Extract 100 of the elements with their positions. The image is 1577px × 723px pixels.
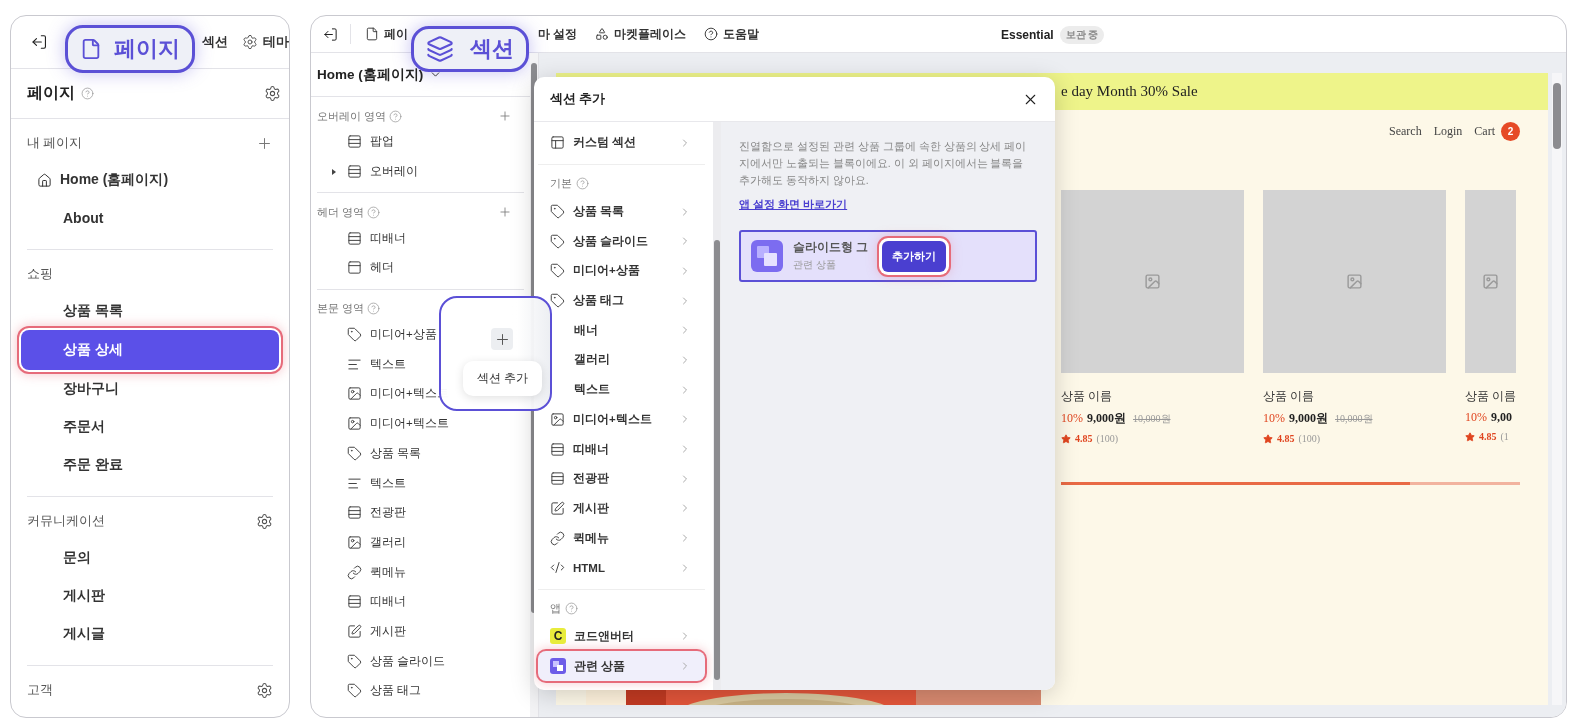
section-item[interactable]: 텍스트 <box>370 356 406 372</box>
section-item[interactable]: 상품 태그 <box>370 683 422 699</box>
section-type-item[interactable]: 커스텀 섹션 <box>538 128 705 158</box>
rating: 4.85 <box>1277 433 1295 444</box>
page-item[interactable]: 주문 완료 <box>27 446 273 484</box>
rows-icon <box>347 164 362 180</box>
toolbar-tab[interactable]: 테마 <box>263 33 289 51</box>
description-text: 진열함으로 설정된 관련 상품 그룹에 속한 상품의 상세 페이지에서만 노출되는 블록이에요. 이 외 페이지에서는 블록을 추가해도 동작하지 않아요. <box>739 139 1028 188</box>
app-settings-link[interactable]: 앱 설정 화면 바로가기 <box>739 197 848 212</box>
page-item[interactable]: 게시판 <box>27 577 273 615</box>
section-item[interactable]: 띠배너 <box>370 594 406 610</box>
exit-icon[interactable] <box>323 26 338 42</box>
section-type-item[interactable]: 미디어+상품 <box>538 256 705 286</box>
scrollbar[interactable] <box>1552 73 1562 705</box>
section-type-item[interactable]: 상품 태그 <box>538 285 705 316</box>
app-logo-icon: C <box>550 628 566 645</box>
section-item[interactable]: 텍스트 <box>370 475 406 491</box>
settings-icon[interactable] <box>256 681 273 699</box>
rows-icon <box>347 134 362 150</box>
expand-caret-icon[interactable] <box>331 168 337 175</box>
section-item[interactable]: 헤더 <box>370 260 394 276</box>
file-icon <box>365 27 379 41</box>
edit-note-icon <box>550 500 565 516</box>
toolbar-item[interactable]: 페이 <box>384 25 408 43</box>
tag-icon <box>347 445 362 461</box>
toolbar-item[interactable]: 마 설정 <box>538 25 578 43</box>
area-title: 본문 영역 <box>317 301 365 317</box>
section-item[interactable]: 팝업 <box>370 134 394 150</box>
section-item[interactable]: 갤러리 <box>370 534 406 550</box>
section-type-item[interactable]: 관련 상품 <box>538 651 705 681</box>
page-item[interactable]: 주문서 <box>27 408 273 446</box>
tag-icon <box>550 293 565 309</box>
section-type-item[interactable]: 게시판 <box>538 493 705 524</box>
site-name: Essential <box>1001 28 1054 42</box>
link-icon <box>347 564 362 580</box>
settings-icon[interactable] <box>242 34 258 50</box>
image-icon <box>347 416 362 432</box>
image-icon <box>550 411 565 427</box>
page-item[interactable]: 문의 <box>27 539 273 577</box>
scrollbar[interactable] <box>713 122 721 690</box>
original-price: 10,000원 <box>1335 411 1373 426</box>
group-title: 내 페이지 <box>27 134 83 152</box>
review-count: (1 <box>1500 431 1509 442</box>
shapes-icon <box>595 27 610 41</box>
section-type-item[interactable]: 전광판 <box>538 463 705 494</box>
tag-icon <box>550 263 565 279</box>
link-icon <box>550 530 565 546</box>
add-section-button[interactable] <box>491 328 513 350</box>
tag-icon <box>347 683 362 699</box>
section-type-item[interactable]: 상품 목록 <box>538 196 705 227</box>
nav-link[interactable]: Search <box>1389 123 1422 139</box>
section-item[interactable]: 띠배너 <box>370 230 406 246</box>
page-item[interactable]: 장바구니 <box>27 370 273 408</box>
status-badge: 보관 중 <box>1059 26 1105 44</box>
page-item[interactable]: 상품 목록 <box>27 292 273 330</box>
header-layout-icon <box>347 260 362 276</box>
dialog-title: 섹션 추가 <box>550 90 606 108</box>
area-title: 헤더 영역 <box>317 204 365 220</box>
code-icon <box>550 560 565 576</box>
toolbar-tab[interactable]: 섹션 <box>202 33 228 51</box>
panel-title: 페이지 <box>27 83 75 103</box>
section-item[interactable]: 미디어+상품 <box>370 327 437 343</box>
image-icon <box>347 386 362 402</box>
tag-icon <box>347 327 362 343</box>
section-type-item[interactable]: 상품 슬라이드 <box>538 226 705 257</box>
text-lines-icon <box>347 356 362 372</box>
section-type-item[interactable]: 미디어+텍스트 <box>538 404 705 435</box>
review-count: (100) <box>1298 433 1321 444</box>
section-type-item[interactable]: 띠배너 <box>538 434 705 464</box>
nav-link[interactable]: Cart <box>1474 123 1495 139</box>
section-item[interactable]: 상품 슬라이드 <box>370 653 446 669</box>
product-price: 9,000원 <box>1289 410 1328 427</box>
section-type-item[interactable]: HTML <box>538 552 705 583</box>
nav-link[interactable]: Login <box>1433 123 1463 139</box>
page-item[interactable]: Home (홈페이지) <box>27 161 273 199</box>
exit-icon[interactable] <box>31 33 48 51</box>
help-icon <box>704 27 719 41</box>
toolbar-item[interactable]: 마켓플레이스 <box>614 25 687 43</box>
app-logo-icon <box>550 658 566 675</box>
page-item[interactable]: About <box>27 199 273 237</box>
cart-count-badge: 2 <box>1501 121 1520 141</box>
settings-icon[interactable] <box>264 85 281 102</box>
group-title: 쇼핑 <box>27 265 53 283</box>
product-name: 상품 이름 <box>1465 389 1517 404</box>
section-item[interactable]: 퀵메뉴 <box>370 564 406 580</box>
section-type-item[interactable]: 퀵메뉴 <box>538 523 705 553</box>
section-item[interactable]: 오버레이 <box>370 164 418 180</box>
section-item[interactable]: 상품 목록 <box>370 445 422 461</box>
section-type-item[interactable]: 배너 <box>538 315 705 346</box>
toolbar-item[interactable]: 도움말 <box>723 25 760 43</box>
group-title: 고객 <box>27 681 53 699</box>
discount-rate: 10% <box>1465 410 1487 425</box>
section-item[interactable]: 전광판 <box>370 505 406 521</box>
review-count: (100) <box>1096 433 1119 444</box>
product-name: 상품 이름 <box>1263 389 1316 404</box>
page-item[interactable]: 게시글 <box>27 615 273 653</box>
section-item[interactable]: 게시판 <box>370 623 406 639</box>
section-type-item[interactable]: C 코드앤버터 <box>538 621 705 652</box>
section-item[interactable]: 미디어+텍스트 <box>370 416 449 432</box>
settings-icon[interactable] <box>256 512 273 530</box>
